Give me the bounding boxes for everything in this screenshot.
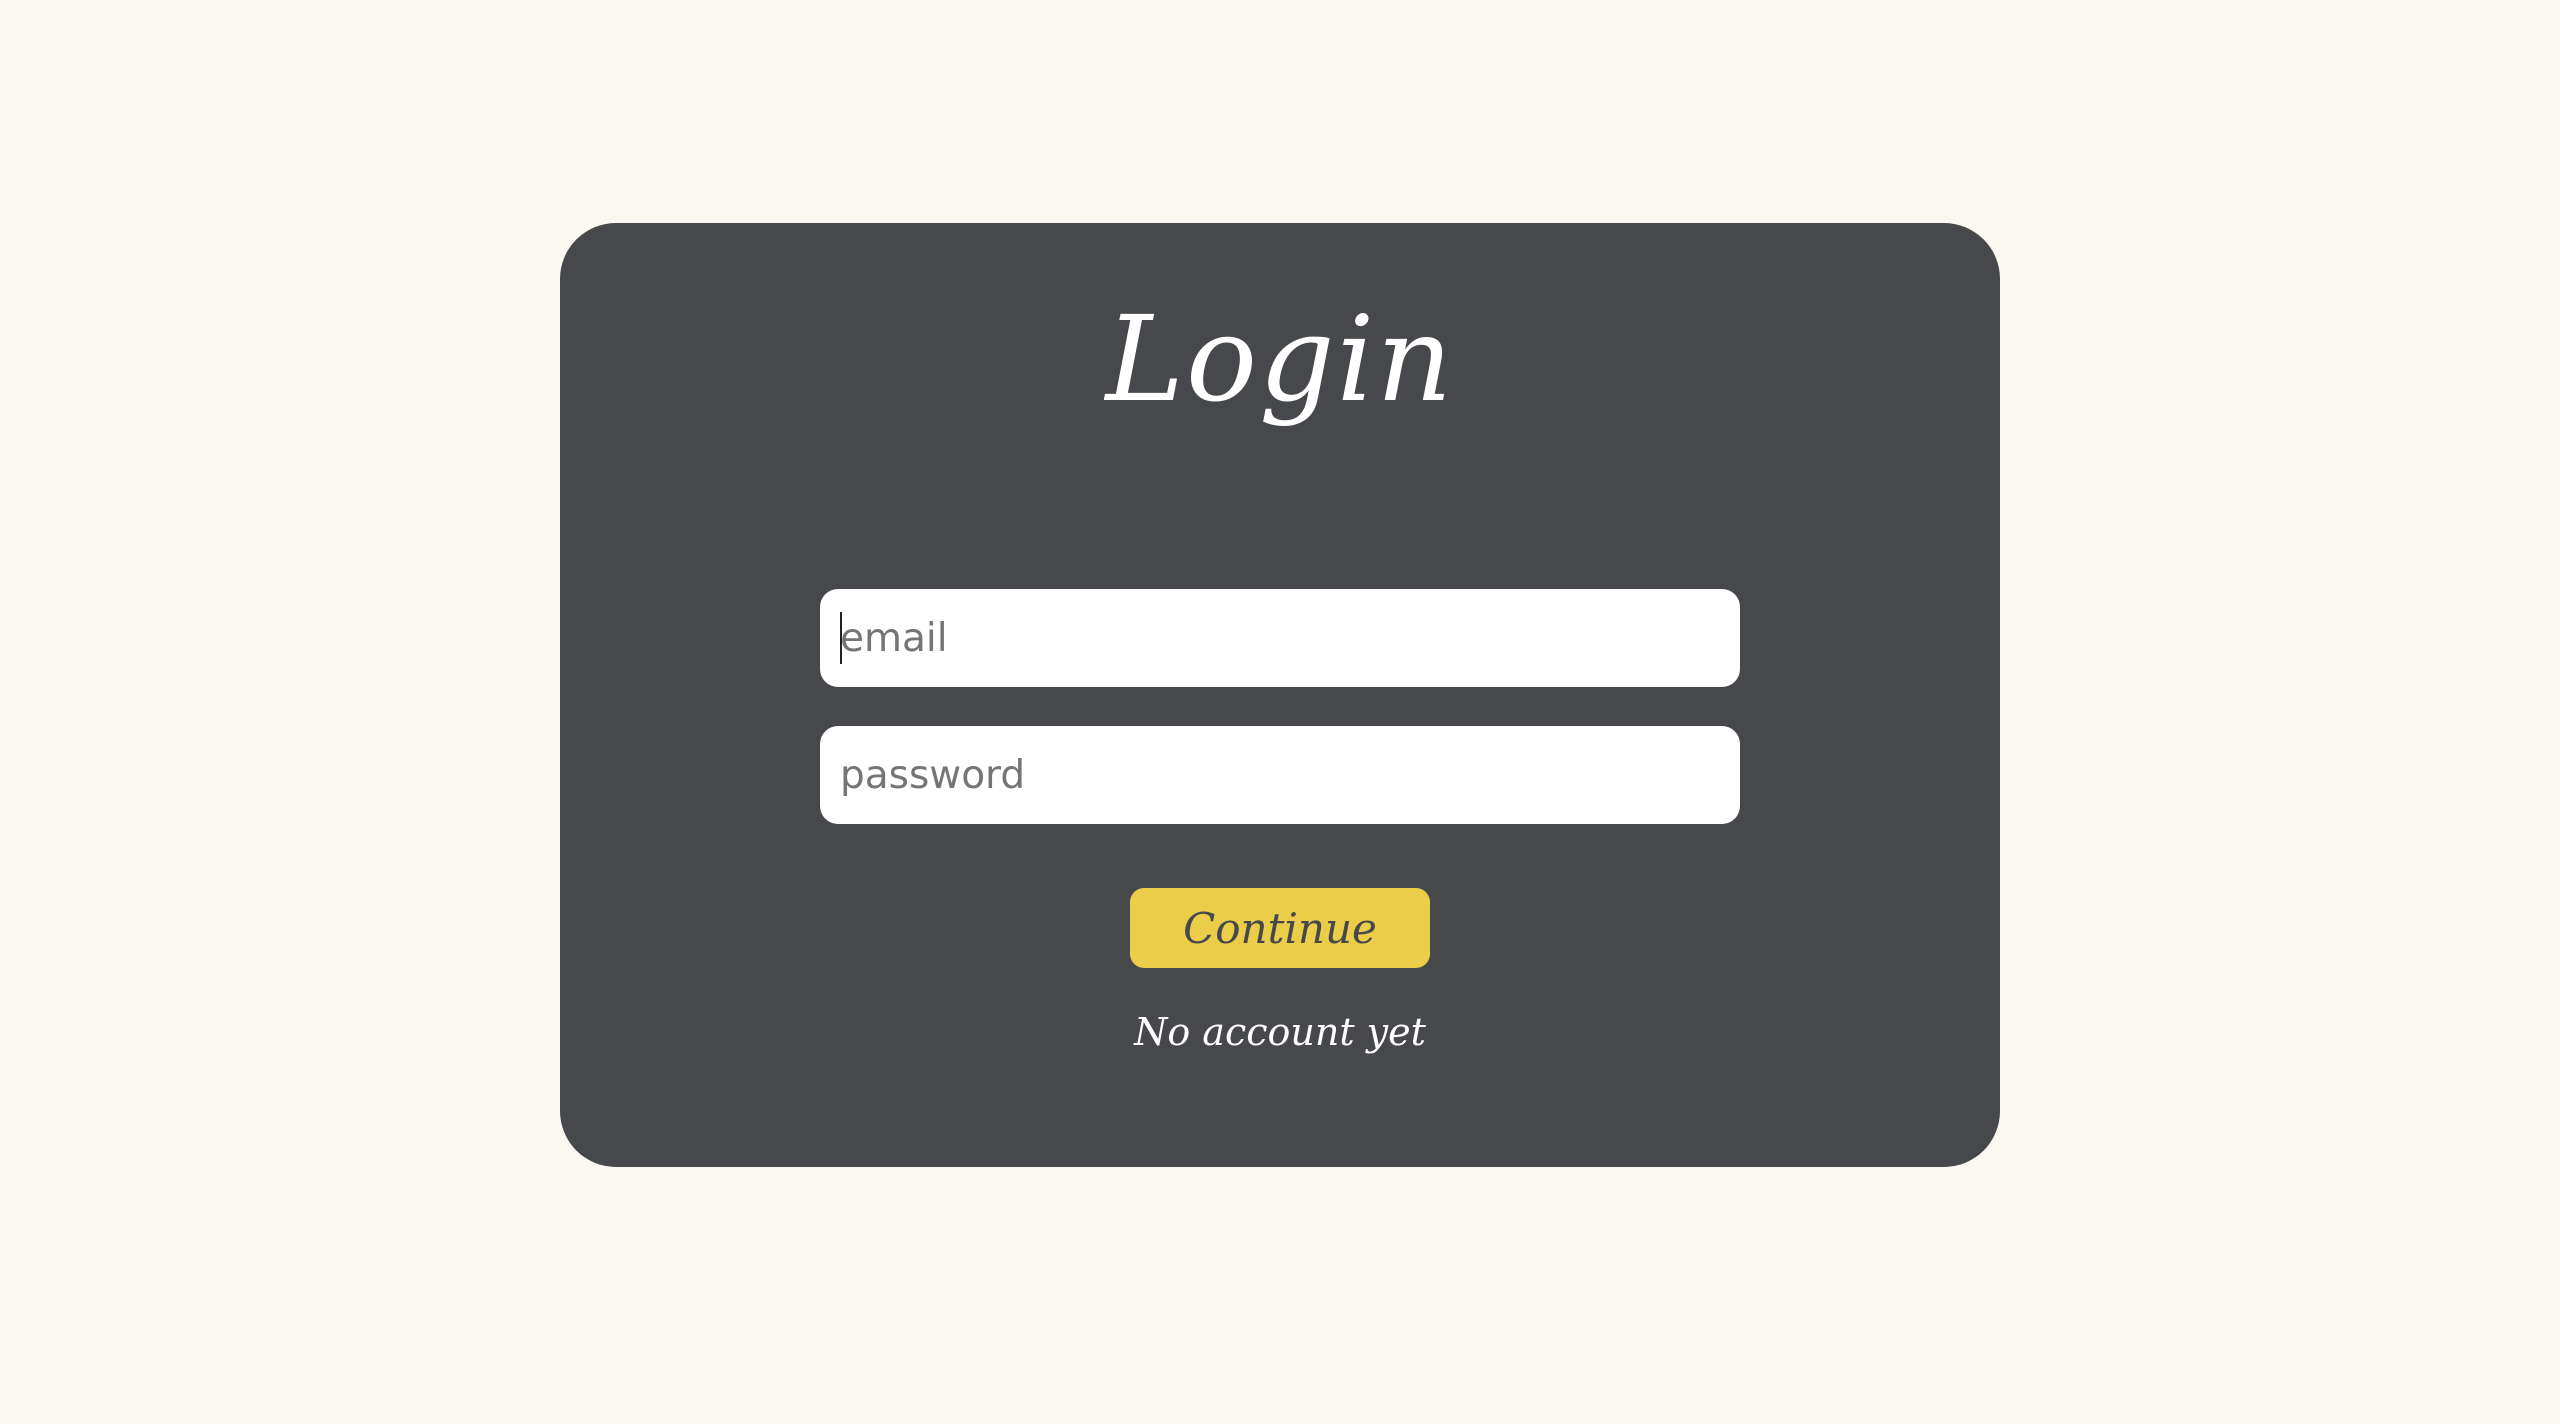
no-account-link[interactable]: No account yet — [0, 1010, 2560, 1054]
continue-button[interactable]: Continue — [1130, 888, 1430, 968]
email-input[interactable] — [820, 589, 1740, 687]
page-title: Login — [1105, 290, 1455, 428]
password-input[interactable] — [820, 726, 1740, 824]
text-cursor — [840, 612, 842, 664]
